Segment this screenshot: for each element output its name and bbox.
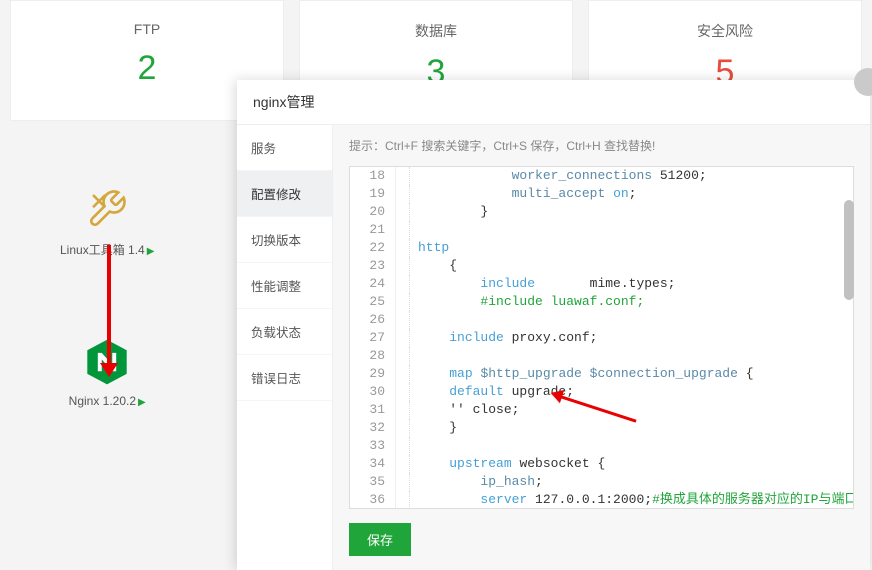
gutter [396, 167, 410, 185]
nginx-modal: nginx管理 服务 配置修改 切换版本 性能调整 负载状态 错误日志 提示：C… [237, 80, 870, 569]
line-content[interactable] [410, 221, 418, 239]
line-content[interactable]: multi_accept on; [410, 185, 636, 203]
scrollbar-thumb[interactable] [844, 200, 854, 300]
code-line[interactable]: 32 } [350, 419, 853, 437]
save-button[interactable]: 保存 [349, 523, 411, 556]
code-line[interactable]: 21 [350, 221, 853, 239]
modal-content: 提示：Ctrl+F 搜索关键字，Ctrl+S 保存，Ctrl+H 查找替换! 1… [333, 125, 870, 570]
stat-label: FTP [11, 21, 283, 37]
code-line[interactable]: 27 include proxy.conf; [350, 329, 853, 347]
gutter [396, 311, 410, 329]
gutter [396, 239, 410, 257]
stat-label: 安全风险 [589, 21, 861, 41]
tab-version[interactable]: 切换版本 [237, 217, 332, 263]
line-number: 24 [350, 275, 396, 293]
code-line[interactable]: 34 upstream websocket { [350, 455, 853, 473]
line-number: 35 [350, 473, 396, 491]
annotation-arrow-down [107, 245, 111, 365]
gutter [396, 455, 410, 473]
gutter [396, 347, 410, 365]
line-number: 30 [350, 383, 396, 401]
gutter [396, 221, 410, 239]
line-content[interactable] [410, 347, 418, 365]
stat-label: 数据库 [300, 21, 572, 41]
line-content[interactable]: ip_hash; [410, 473, 543, 491]
code-line[interactable]: 33 [350, 437, 853, 455]
tab-load[interactable]: 负载状态 [237, 309, 332, 355]
gutter [396, 365, 410, 383]
line-content[interactable]: } [410, 203, 488, 221]
line-number: 28 [350, 347, 396, 365]
code-line[interactable]: 26 [350, 311, 853, 329]
code-line[interactable]: 18 worker_connections 51200; [350, 167, 853, 185]
line-number: 23 [350, 257, 396, 275]
code-line[interactable]: 19 multi_accept on; [350, 185, 853, 203]
play-icon: ▶ [147, 246, 155, 257]
line-content[interactable] [410, 311, 418, 329]
code-line[interactable]: 25 #include luawaf.conf; [350, 293, 853, 311]
code-line[interactable]: 30 default upgrade; [350, 383, 853, 401]
line-number: 26 [350, 311, 396, 329]
modal-title: nginx管理 [237, 80, 870, 125]
line-number: 22 [350, 239, 396, 257]
line-number: 21 [350, 221, 396, 239]
line-content[interactable]: server 127.0.0.1:2000;#换成具体的服务器对应的IP与端口 [410, 491, 854, 509]
line-number: 27 [350, 329, 396, 347]
tab-performance[interactable]: 性能调整 [237, 263, 332, 309]
code-line[interactable]: 22 http [350, 239, 853, 257]
code-editor[interactable]: 18 worker_connections 51200;19 multi_acc… [349, 166, 854, 509]
line-number: 32 [350, 419, 396, 437]
gutter [396, 257, 410, 275]
line-number: 25 [350, 293, 396, 311]
gutter [396, 491, 410, 509]
line-number: 36 [350, 491, 396, 509]
play-icon: ▶ [138, 397, 146, 408]
line-number: 29 [350, 365, 396, 383]
gutter [396, 419, 410, 437]
line-number: 31 [350, 401, 396, 419]
hint-text: 提示：Ctrl+F 搜索关键字，Ctrl+S 保存，Ctrl+H 查找替换! [333, 125, 870, 166]
line-number: 18 [350, 167, 396, 185]
line-content[interactable]: include mime.types; [410, 275, 675, 293]
line-content[interactable]: { [410, 257, 457, 275]
code-line[interactable]: 20 } [350, 203, 853, 221]
code-line[interactable]: 23 { [350, 257, 853, 275]
gutter [396, 185, 410, 203]
gutter [396, 293, 410, 311]
line-number: 33 [350, 437, 396, 455]
gutter [396, 473, 410, 491]
gutter [396, 401, 410, 419]
code-line[interactable]: 36 server 127.0.0.1:2000;#换成具体的服务器对应的IP与… [350, 491, 853, 509]
gutter [396, 275, 410, 293]
tab-service[interactable]: 服务 [237, 125, 332, 171]
line-content[interactable]: map $http_upgrade $connection_upgrade { [410, 365, 754, 383]
tools-icon [83, 185, 131, 233]
line-number: 20 [350, 203, 396, 221]
line-number: 34 [350, 455, 396, 473]
line-content[interactable]: '' close; [410, 401, 519, 419]
line-content[interactable]: #include luawaf.conf; [410, 293, 644, 311]
gutter [396, 203, 410, 221]
code-line[interactable]: 29 map $http_upgrade $connection_upgrade… [350, 365, 853, 383]
tab-config[interactable]: 配置修改 [237, 171, 332, 217]
line-content[interactable]: http [410, 239, 449, 257]
line-content[interactable] [410, 437, 418, 455]
app-label: Nginx 1.20.2▶ [60, 394, 154, 408]
line-content[interactable]: } [410, 419, 457, 437]
code-line[interactable]: 28 [350, 347, 853, 365]
gutter [396, 329, 410, 347]
line-number: 19 [350, 185, 396, 203]
line-content[interactable]: include proxy.conf; [410, 329, 597, 347]
gutter [396, 437, 410, 455]
gutter [396, 383, 410, 401]
modal-sidebar: 服务 配置修改 切换版本 性能调整 负载状态 错误日志 [237, 125, 333, 570]
line-content[interactable]: worker_connections 51200; [410, 167, 707, 185]
code-line[interactable]: 35 ip_hash; [350, 473, 853, 491]
line-content[interactable]: upstream websocket { [410, 455, 605, 473]
code-line[interactable]: 24 include mime.types; [350, 275, 853, 293]
tab-errlog[interactable]: 错误日志 [237, 355, 332, 401]
